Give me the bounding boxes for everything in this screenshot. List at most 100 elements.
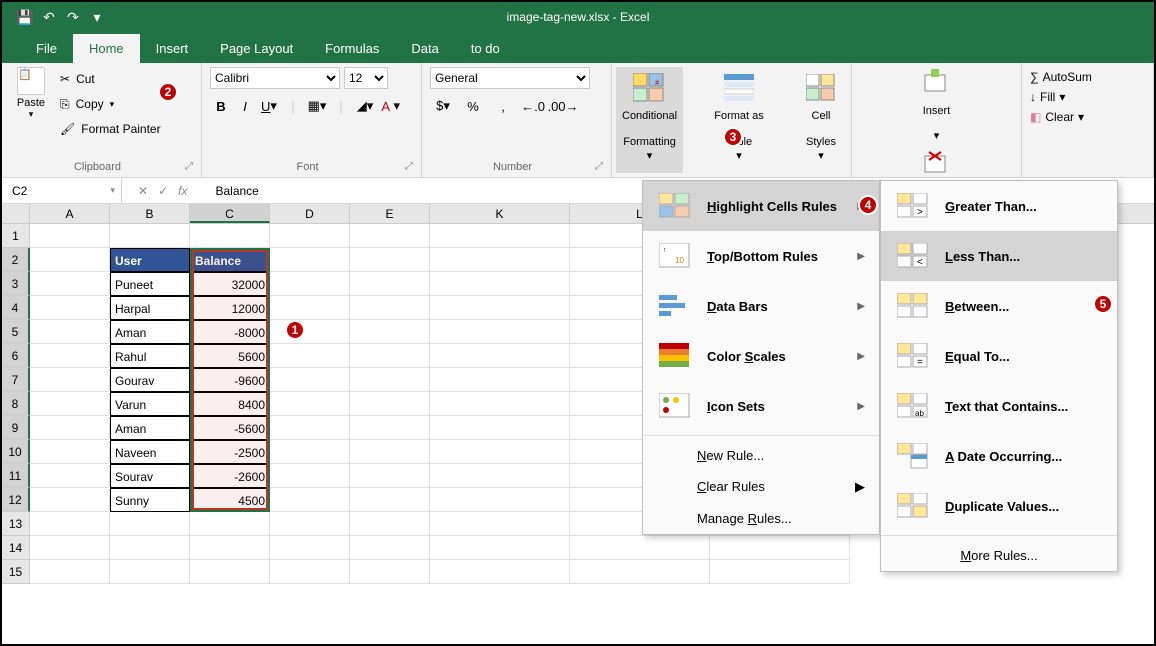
percent-button[interactable]: % [460, 95, 486, 117]
row-header[interactable]: 11 [2, 464, 30, 488]
cell[interactable] [270, 272, 350, 296]
cell[interactable] [270, 488, 350, 512]
tab-data[interactable]: Data [395, 34, 454, 63]
menu-duplicate-values[interactable]: Duplicate Values... [881, 481, 1117, 531]
cell[interactable] [570, 536, 710, 560]
cell[interactable]: -8000 [190, 320, 270, 344]
cell[interactable]: Balance [190, 248, 270, 272]
row-header[interactable]: 2 [2, 248, 30, 272]
cell[interactable] [270, 512, 350, 536]
menu-color-scales[interactable]: Color Scales▶ [643, 331, 879, 381]
cell[interactable] [350, 440, 430, 464]
cell[interactable] [30, 392, 110, 416]
cell[interactable] [710, 536, 850, 560]
cell[interactable] [270, 440, 350, 464]
cut-button[interactable]: ✂Cut [60, 67, 161, 91]
row-header[interactable]: 13 [2, 512, 30, 536]
row-header[interactable]: 1 [2, 224, 30, 248]
menu-top-bottom-rules[interactable]: ↑10 Top/Bottom Rules▶ [643, 231, 879, 281]
cell[interactable] [430, 440, 570, 464]
cell[interactable]: Harpal [110, 296, 190, 320]
clipboard-launcher[interactable]: ⤢ [185, 161, 193, 172]
cell[interactable] [270, 392, 350, 416]
cell[interactable] [430, 320, 570, 344]
menu-less-than[interactable]: < Less Than... [881, 231, 1117, 281]
cell[interactable] [270, 320, 350, 344]
cell[interactable]: -2600 [190, 464, 270, 488]
row-header[interactable]: 9 [2, 416, 30, 440]
cell[interactable] [350, 272, 430, 296]
cell[interactable]: 12000 [190, 296, 270, 320]
cell[interactable] [430, 536, 570, 560]
cell[interactable] [350, 248, 430, 272]
cell[interactable] [270, 344, 350, 368]
column-header[interactable]: A [30, 204, 110, 223]
menu-data-bars[interactable]: Data Bars▶ [643, 281, 879, 331]
cell[interactable]: -9600 [190, 368, 270, 392]
cell[interactable] [270, 368, 350, 392]
format-as-table-button[interactable]: Format asTable ▾ [708, 67, 770, 173]
cell[interactable] [30, 560, 110, 584]
cell[interactable] [270, 464, 350, 488]
cell[interactable] [350, 224, 430, 248]
cell[interactable]: Rahul [110, 344, 190, 368]
cell[interactable] [350, 296, 430, 320]
cell[interactable] [30, 296, 110, 320]
autosum-button[interactable]: ∑AutoSum [1030, 67, 1145, 87]
cell[interactable] [430, 416, 570, 440]
paste-button[interactable]: 📋 Paste▾ [10, 67, 52, 141]
column-header[interactable]: E [350, 204, 430, 223]
row-header[interactable]: 4 [2, 296, 30, 320]
cell[interactable] [30, 320, 110, 344]
bold-button[interactable]: B [210, 95, 232, 117]
row-header[interactable]: 10 [2, 440, 30, 464]
cell[interactable]: 8400 [190, 392, 270, 416]
cell[interactable] [350, 560, 430, 584]
column-header[interactable]: B [110, 204, 190, 223]
column-header[interactable]: K [430, 204, 570, 223]
cell[interactable] [430, 368, 570, 392]
cell[interactable] [350, 344, 430, 368]
menu-date-occurring[interactable]: A Date Occurring... [881, 431, 1117, 481]
cell[interactable] [430, 488, 570, 512]
menu-highlight-cells-rules[interactable]: Highlight Cells Rules▶ [643, 181, 879, 231]
decrease-decimal-button[interactable]: .00→ [550, 95, 576, 117]
font-color-button[interactable]: A▾ [378, 95, 400, 117]
cell[interactable] [30, 344, 110, 368]
cell[interactable] [270, 560, 350, 584]
row-header[interactable]: 3 [2, 272, 30, 296]
cell[interactable]: User [110, 248, 190, 272]
font-launcher[interactable]: ⤢ [405, 161, 413, 172]
menu-icon-sets[interactable]: Icon Sets▶ [643, 381, 879, 431]
save-icon[interactable]: 💾 [16, 8, 34, 26]
cell[interactable]: Puneet [110, 272, 190, 296]
fill-button[interactable]: ↓Fill ▾ [1030, 87, 1145, 107]
conditional-formatting-button[interactable]: ≠ ConditionalFormatting ▾ [616, 67, 683, 173]
cell[interactable]: 5600 [190, 344, 270, 368]
cell[interactable] [30, 272, 110, 296]
fx-icon[interactable]: fx [178, 184, 187, 198]
cell[interactable]: Sourav [110, 464, 190, 488]
cell[interactable] [430, 464, 570, 488]
cell[interactable]: Aman [110, 416, 190, 440]
cell[interactable] [570, 560, 710, 584]
cell[interactable] [430, 272, 570, 296]
underline-button[interactable]: U▾ [258, 95, 280, 117]
tab-todo[interactable]: to do [455, 34, 516, 63]
cell[interactable]: 4500 [190, 488, 270, 512]
cell[interactable] [110, 224, 190, 248]
undo-icon[interactable]: ↶ [40, 8, 58, 26]
clear-button[interactable]: ◧Clear ▾ [1030, 107, 1145, 127]
cell[interactable] [430, 248, 570, 272]
menu-new-rule[interactable]: New Rule... [643, 440, 879, 471]
row-header[interactable]: 14 [2, 536, 30, 560]
cell[interactable]: -2500 [190, 440, 270, 464]
cell[interactable] [270, 536, 350, 560]
cell[interactable] [30, 416, 110, 440]
cell[interactable] [430, 344, 570, 368]
cell[interactable]: Gourav [110, 368, 190, 392]
cell[interactable] [190, 536, 270, 560]
font-name-select[interactable]: Calibri [210, 67, 340, 89]
cell[interactable] [350, 416, 430, 440]
cell[interactable] [350, 464, 430, 488]
